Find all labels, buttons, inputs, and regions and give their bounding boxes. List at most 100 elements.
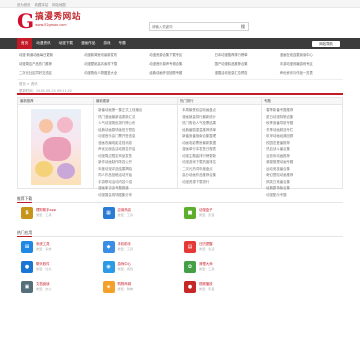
- quick-link[interactable]: 动漫角色人物图鉴大全: [82, 69, 147, 78]
- app-card[interactable]: ▤ 日历提醒 类型：生活: [180, 237, 262, 257]
- app-meta: 类型：工具: [36, 213, 52, 218]
- game-controller-icon: ◉: [102, 261, 115, 273]
- app-card[interactable]: ◆ 手机助手 类型：工具: [99, 237, 181, 257]
- app-card[interactable]: ◈ 购物商城 类型：购物: [99, 277, 181, 297]
- character-face: [56, 117, 73, 133]
- empty-cell: [262, 237, 344, 257]
- site-nav-button[interactable]: 网站导航: [312, 40, 340, 47]
- quick-link[interactable]: 动漫周边产品热门推荐: [17, 60, 82, 69]
- cart-icon: ◈: [102, 281, 115, 293]
- app-card[interactable]: ✿ 清理大师 类型：工具: [180, 257, 262, 277]
- quick-link[interactable]: 动漫资源合集下载专区: [147, 51, 212, 60]
- quick-link[interactable]: 动漫新闻资讯最新发布: [82, 51, 147, 60]
- search-button[interactable]: 搜: [241, 24, 245, 30]
- bookmark-link[interactable]: 收藏本站: [35, 2, 49, 7]
- quick-link[interactable]: 动漫音乐原声专辑合集: [147, 60, 212, 69]
- empty-cell: [262, 257, 344, 277]
- nav-topics[interactable]: 专题: [115, 38, 130, 49]
- section-title-text: 热门应用: [17, 230, 33, 237]
- app-card[interactable]: ▣ 文档阅读 类型：办公: [17, 277, 99, 297]
- page-info: 更新时间：2018-09-23 09:21:02: [17, 87, 343, 95]
- column-title: 专题: [262, 98, 342, 105]
- nav-comics[interactable]: 漫画作品: [77, 38, 99, 49]
- quick-link[interactable]: 声优资讯与作品一览表: [278, 69, 343, 78]
- list-item[interactable]: 动漫资源下载排行: [180, 179, 259, 186]
- app-card[interactable]: ■ 动漫盒子 类型：影音: [180, 203, 262, 223]
- character-face: [56, 163, 75, 179]
- main-nav: 首页 动漫资讯 动漫下载 漫画作品 游戏 专题 网站导航: [0, 38, 360, 49]
- app-meta: 类型：系统: [36, 247, 52, 252]
- app-meta: 类型：影音: [199, 213, 215, 218]
- hot-column: 热门排行 本周最受欢迎动画盘点漫画销量排行最新统计热门角色人气投票结果经典番剧重…: [177, 97, 261, 189]
- app-card[interactable]: ▦ 应用商店 类型：工具: [99, 203, 181, 223]
- nav-download[interactable]: 动漫下载: [55, 38, 77, 49]
- topic-list: 春季新番专题推荐夏日动漫特辑合集秋季追番导航专题冬季动画精选专栏机甲动画经典回顾…: [262, 105, 342, 200]
- windows-icon: ⊞: [21, 241, 33, 253]
- app-meta: 类型：社交: [36, 267, 52, 272]
- red-apple-icon: ●: [184, 281, 196, 293]
- app-card[interactable]: ⊞ 系统工具 类型：系统: [17, 237, 99, 257]
- column-title: 热门排行: [178, 98, 261, 105]
- app-card[interactable]: $ 理财助手app 类型：工具: [17, 203, 99, 223]
- quick-link[interactable]: 漫展活动信息汇总预告: [213, 69, 278, 78]
- search-box: 搜: [149, 22, 249, 31]
- quick-link[interactable]: 漫画在线连载阅读中心: [278, 51, 343, 60]
- app-meta: 类型：游戏: [117, 267, 133, 272]
- site-header: G 搞漫秀网站 www.52gman.com 搜: [17, 8, 343, 38]
- logo-letter: G: [17, 9, 35, 33]
- blue-app-icon: ◆: [102, 241, 115, 253]
- recommended-apps: $ 理财助手app 类型：工具 ▦ 应用商店 类型：工具 ■ 动漫盒子 类型：影音: [17, 203, 343, 223]
- quick-link[interactable]: 国产动漫精品推荐合集: [213, 60, 278, 69]
- list-item[interactable]: 动漫配乐专题: [264, 192, 340, 199]
- chat-bubble-icon: ●: [21, 261, 33, 273]
- app-store-icon: ▦: [102, 207, 115, 219]
- topic-column: 专题 春季新番专题推荐夏日动漫特辑合集秋季追番导航专题冬季动画精选专栏机甲动画经…: [261, 97, 343, 197]
- leaf-icon: ✿: [184, 261, 196, 273]
- app-meta: 类型：购物: [117, 287, 133, 292]
- character-face: [38, 119, 53, 133]
- nav-games[interactable]: 游戏: [99, 38, 114, 49]
- app-card[interactable]: ● 聊天软件 类型：社交: [17, 257, 99, 277]
- nav-home[interactable]: 首页: [17, 38, 33, 49]
- quick-link[interactable]: 动漫·新番动画每日更新: [17, 51, 82, 60]
- latest-column: 最新更新 新番动画第一集正式上线播出热门漫画最新话更新汇总人气动漫角色排行榜公布…: [93, 97, 177, 197]
- featured-column: 最新推荐: [17, 97, 93, 189]
- calendar-icon: ▤: [184, 241, 196, 253]
- app-meta: 类型：影音: [199, 287, 215, 292]
- set-homepage-link[interactable]: 设为首页: [17, 2, 31, 7]
- quick-links: 动漫·新番动画每日更新 动漫新闻资讯最新发布 动漫资源合集下载专区 日本动漫推荐排行榜…: [17, 51, 343, 79]
- quick-link[interactable]: 日本动漫推荐排行榜单: [213, 51, 278, 60]
- section-title-text: 推荐下载: [17, 196, 33, 203]
- app-meta: 类型：工具: [199, 267, 215, 272]
- quick-link[interactable]: 二次元社区同好交流区: [17, 69, 82, 78]
- app-meta: 类型：生活: [199, 247, 215, 252]
- app-card[interactable]: ◉ 游戏中心 类型：游戏: [99, 257, 181, 277]
- app-card[interactable]: ● 视频播放 类型：影音: [180, 277, 262, 297]
- sitemap-link[interactable]: 网站地图: [52, 2, 66, 7]
- breadcrumb: 首页 > 资讯: [17, 79, 343, 87]
- hot-apps: ⊞ 系统工具 类型：系统 ◆ 手机助手 类型：工具 ▤ 日历提醒 类型：生活 ● 聊天软件 类型：社交…: [17, 237, 343, 297]
- site-logo[interactable]: G 搞漫秀网站 www.52gman.com: [17, 9, 82, 33]
- top-bar: 设为首页 收藏本站 网站地图: [0, 0, 360, 8]
- app-meta: 类型：办公: [36, 287, 52, 292]
- search-input[interactable]: [150, 23, 228, 30]
- nav-news[interactable]: 动漫资讯: [32, 38, 54, 49]
- app-meta: 类型：工具: [117, 213, 133, 218]
- logo-name: 搞漫秀网站: [35, 12, 82, 22]
- empty-cell: [262, 203, 344, 223]
- latest-list: 新番动画第一集正式上线播出热门漫画最新话更新汇总人气动漫角色排行榜公布经典动画剧…: [94, 105, 177, 200]
- character-body: [42, 137, 71, 161]
- money-bag-icon: $: [21, 207, 33, 219]
- green-box-icon: ■: [184, 207, 196, 219]
- document-icon: ▣: [21, 281, 33, 293]
- content-columns: 最新推荐 最新更新 新番动画第一集正式上线播出热门漫画最新话更新汇总人气动漫角色…: [17, 97, 343, 197]
- list-item[interactable]: 动漫展会现场图集分享: [96, 192, 175, 199]
- hot-list: 本周最受欢迎动画盘点漫画销量排行最新统计热门角色人气投票结果经典番剧重温推荐清单…: [178, 105, 261, 187]
- quick-link[interactable]: 经典动画怀旧回顾专题: [147, 69, 212, 78]
- quick-link[interactable]: 手游动漫改编游戏专区: [278, 60, 343, 69]
- quick-link[interactable]: 动漫壁纸高清素材下载: [82, 60, 147, 69]
- empty-cell: [262, 277, 344, 297]
- section-title: 热门应用: [17, 229, 343, 237]
- app-meta: 类型：工具: [117, 247, 133, 252]
- cover-image[interactable]: [30, 109, 81, 185]
